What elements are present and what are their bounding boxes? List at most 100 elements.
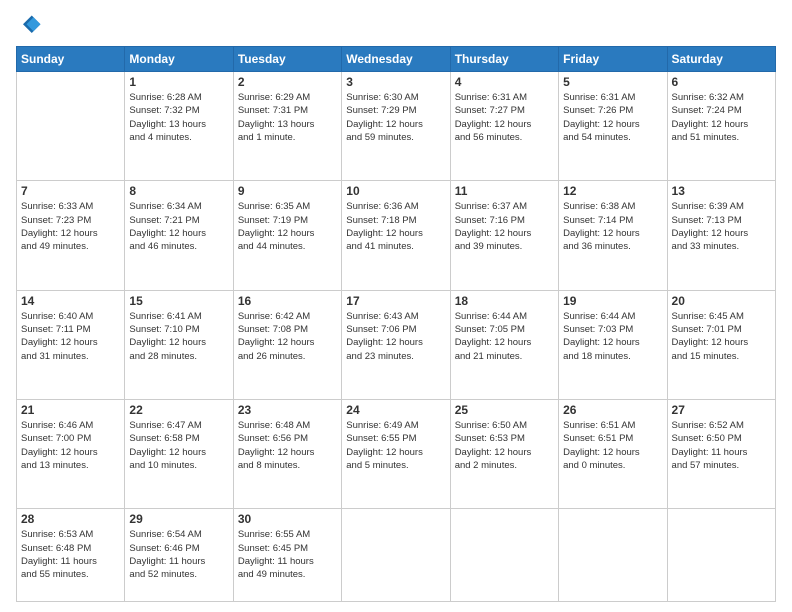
day-number: 17 bbox=[346, 294, 445, 308]
table-row: 6Sunrise: 6:32 AMSunset: 7:24 PMDaylight… bbox=[667, 72, 775, 181]
day-number: 12 bbox=[563, 184, 662, 198]
day-number: 4 bbox=[455, 75, 554, 89]
table-row bbox=[559, 509, 667, 602]
day-number: 19 bbox=[563, 294, 662, 308]
day-info: Sunrise: 6:48 AMSunset: 6:56 PMDaylight:… bbox=[238, 419, 337, 472]
table-row: 21 Sunrise: 6:46 AMSunset: 7:00 PMDayligh… bbox=[17, 400, 125, 509]
day-number: 9 bbox=[238, 184, 337, 198]
day-info: Sunrise: 6:50 AMSunset: 6:53 PMDaylight:… bbox=[455, 419, 554, 472]
day-info: Sunrise: 6:34 AMSunset: 7:21 PMDaylight:… bbox=[129, 200, 228, 253]
day-number: 18 bbox=[455, 294, 554, 308]
calendar: Sunday Monday Tuesday Wednesday Thursday… bbox=[16, 46, 776, 602]
table-row: 27 Sunrise: 6:52 AMSunset: 6:50 PMDayligh… bbox=[667, 400, 775, 509]
calendar-header-row: Sunday Monday Tuesday Wednesday Thursday… bbox=[17, 47, 776, 72]
day-info: Sunrise: 6:36 AMSunset: 7:18 PMDaylight:… bbox=[346, 200, 445, 253]
table-row: 20 Sunrise: 6:45 AMSunset: 7:01 PMDayligh… bbox=[667, 290, 775, 399]
day-number: 22 bbox=[129, 403, 228, 417]
page: Sunday Monday Tuesday Wednesday Thursday… bbox=[0, 0, 792, 612]
day-info: Sunrise: 6:54 AMSunset: 6:46 PMDaylight:… bbox=[129, 528, 228, 581]
day-number: 29 bbox=[129, 512, 228, 526]
col-sunday: Sunday bbox=[17, 47, 125, 72]
day-number: 26 bbox=[563, 403, 662, 417]
day-info: Sunrise: 6:40 AMSunset: 7:11 PMDaylight:… bbox=[21, 310, 120, 363]
day-info: Sunrise: 6:37 AMSunset: 7:16 PMDaylight:… bbox=[455, 200, 554, 253]
table-row: 23 Sunrise: 6:48 AMSunset: 6:56 PMDayligh… bbox=[233, 400, 341, 509]
table-row: 2 Sunrise: 6:29 AMSunset: 7:31 PMDaylight… bbox=[233, 72, 341, 181]
day-info: Sunrise: 6:35 AMSunset: 7:19 PMDaylight:… bbox=[238, 200, 337, 253]
header bbox=[16, 12, 776, 40]
day-number: 6 bbox=[672, 75, 771, 89]
day-number: 21 bbox=[21, 403, 120, 417]
day-info: Sunrise: 6:41 AMSunset: 7:10 PMDaylight:… bbox=[129, 310, 228, 363]
col-friday: Friday bbox=[559, 47, 667, 72]
day-number: 25 bbox=[455, 403, 554, 417]
table-row: 9 Sunrise: 6:35 AMSunset: 7:19 PMDaylight… bbox=[233, 181, 341, 290]
table-row: 16 Sunrise: 6:42 AMSunset: 7:08 PMDayligh… bbox=[233, 290, 341, 399]
day-number: 20 bbox=[672, 294, 771, 308]
day-info: Sunrise: 6:49 AMSunset: 6:55 PMDaylight:… bbox=[346, 419, 445, 472]
table-row: 24 Sunrise: 6:49 AMSunset: 6:55 PMDayligh… bbox=[342, 400, 450, 509]
day-number: 24 bbox=[346, 403, 445, 417]
col-tuesday: Tuesday bbox=[233, 47, 341, 72]
table-row bbox=[342, 509, 450, 602]
table-row: 11Sunrise: 6:37 AMSunset: 7:16 PMDayligh… bbox=[450, 181, 558, 290]
day-info: Sunrise: 6:52 AMSunset: 6:50 PMDaylight:… bbox=[672, 419, 771, 472]
day-info: Sunrise: 6:30 AMSunset: 7:29 PMDaylight:… bbox=[346, 91, 445, 144]
day-info: Sunrise: 6:55 AMSunset: 6:45 PMDaylight:… bbox=[238, 528, 337, 581]
day-number: 8 bbox=[129, 184, 228, 198]
table-row: 13 Sunrise: 6:39 AMSunset: 7:13 PMDayligh… bbox=[667, 181, 775, 290]
day-info: Sunrise: 6:29 AMSunset: 7:31 PMDaylight:… bbox=[238, 91, 337, 144]
table-row: 22 Sunrise: 6:47 AMSunset: 6:58 PMDayligh… bbox=[125, 400, 233, 509]
table-row bbox=[667, 509, 775, 602]
table-row: 10 Sunrise: 6:36 AMSunset: 7:18 PMDayligh… bbox=[342, 181, 450, 290]
table-row: 14 Sunrise: 6:40 AMSunset: 7:11 PMDayligh… bbox=[17, 290, 125, 399]
table-row: 25 Sunrise: 6:50 AMSunset: 6:53 PMDayligh… bbox=[450, 400, 558, 509]
day-number: 30 bbox=[238, 512, 337, 526]
day-number: 2 bbox=[238, 75, 337, 89]
logo bbox=[16, 12, 48, 40]
table-row: 3 Sunrise: 6:30 AMSunset: 7:29 PMDaylight… bbox=[342, 72, 450, 181]
col-saturday: Saturday bbox=[667, 47, 775, 72]
day-info: Sunrise: 6:38 AMSunset: 7:14 PMDaylight:… bbox=[563, 200, 662, 253]
table-row: 7 Sunrise: 6:33 AMSunset: 7:23 PMDaylight… bbox=[17, 181, 125, 290]
table-row: 17 Sunrise: 6:43 AMSunset: 7:06 PMDayligh… bbox=[342, 290, 450, 399]
day-number: 28 bbox=[21, 512, 120, 526]
day-number: 14 bbox=[21, 294, 120, 308]
day-info: Sunrise: 6:45 AMSunset: 7:01 PMDaylight:… bbox=[672, 310, 771, 363]
day-number: 10 bbox=[346, 184, 445, 198]
day-number: 5 bbox=[563, 75, 662, 89]
table-row: 29 Sunrise: 6:54 AMSunset: 6:46 PMDayligh… bbox=[125, 509, 233, 602]
day-number: 15 bbox=[129, 294, 228, 308]
day-info: Sunrise: 6:51 AMSunset: 6:51 PMDaylight:… bbox=[563, 419, 662, 472]
day-number: 27 bbox=[672, 403, 771, 417]
day-number: 13 bbox=[672, 184, 771, 198]
day-info: Sunrise: 6:46 AMSunset: 7:00 PMDaylight:… bbox=[21, 419, 120, 472]
day-number: 7 bbox=[21, 184, 120, 198]
table-row bbox=[450, 509, 558, 602]
col-thursday: Thursday bbox=[450, 47, 558, 72]
table-row: 30 Sunrise: 6:55 AMSunset: 6:45 PMDayligh… bbox=[233, 509, 341, 602]
table-row: 5 Sunrise: 6:31 AMSunset: 7:26 PMDaylight… bbox=[559, 72, 667, 181]
day-info: Sunrise: 6:42 AMSunset: 7:08 PMDaylight:… bbox=[238, 310, 337, 363]
day-number: 23 bbox=[238, 403, 337, 417]
day-info: Sunrise: 6:33 AMSunset: 7:23 PMDaylight:… bbox=[21, 200, 120, 253]
day-number: 3 bbox=[346, 75, 445, 89]
col-monday: Monday bbox=[125, 47, 233, 72]
table-row: 1 Sunrise: 6:28 AMSunset: 7:32 PMDaylight… bbox=[125, 72, 233, 181]
logo-icon bbox=[16, 12, 44, 40]
day-info: Sunrise: 6:53 AMSunset: 6:48 PMDaylight:… bbox=[21, 528, 120, 581]
table-row: 26 Sunrise: 6:51 AMSunset: 6:51 PMDayligh… bbox=[559, 400, 667, 509]
day-info: Sunrise: 6:28 AMSunset: 7:32 PMDaylight:… bbox=[129, 91, 228, 144]
table-row: 4Sunrise: 6:31 AMSunset: 7:27 PMDaylight… bbox=[450, 72, 558, 181]
day-info: Sunrise: 6:47 AMSunset: 6:58 PMDaylight:… bbox=[129, 419, 228, 472]
table-row: 18Sunrise: 6:44 AMSunset: 7:05 PMDayligh… bbox=[450, 290, 558, 399]
day-info: Sunrise: 6:39 AMSunset: 7:13 PMDaylight:… bbox=[672, 200, 771, 253]
table-row bbox=[17, 72, 125, 181]
col-wednesday: Wednesday bbox=[342, 47, 450, 72]
day-info: Sunrise: 6:44 AMSunset: 7:03 PMDaylight:… bbox=[563, 310, 662, 363]
day-number: 16 bbox=[238, 294, 337, 308]
day-number: 1 bbox=[129, 75, 228, 89]
table-row: 12 Sunrise: 6:38 AMSunset: 7:14 PMDayligh… bbox=[559, 181, 667, 290]
day-info: Sunrise: 6:43 AMSunset: 7:06 PMDaylight:… bbox=[346, 310, 445, 363]
day-info: Sunrise: 6:31 AMSunset: 7:26 PMDaylight:… bbox=[563, 91, 662, 144]
